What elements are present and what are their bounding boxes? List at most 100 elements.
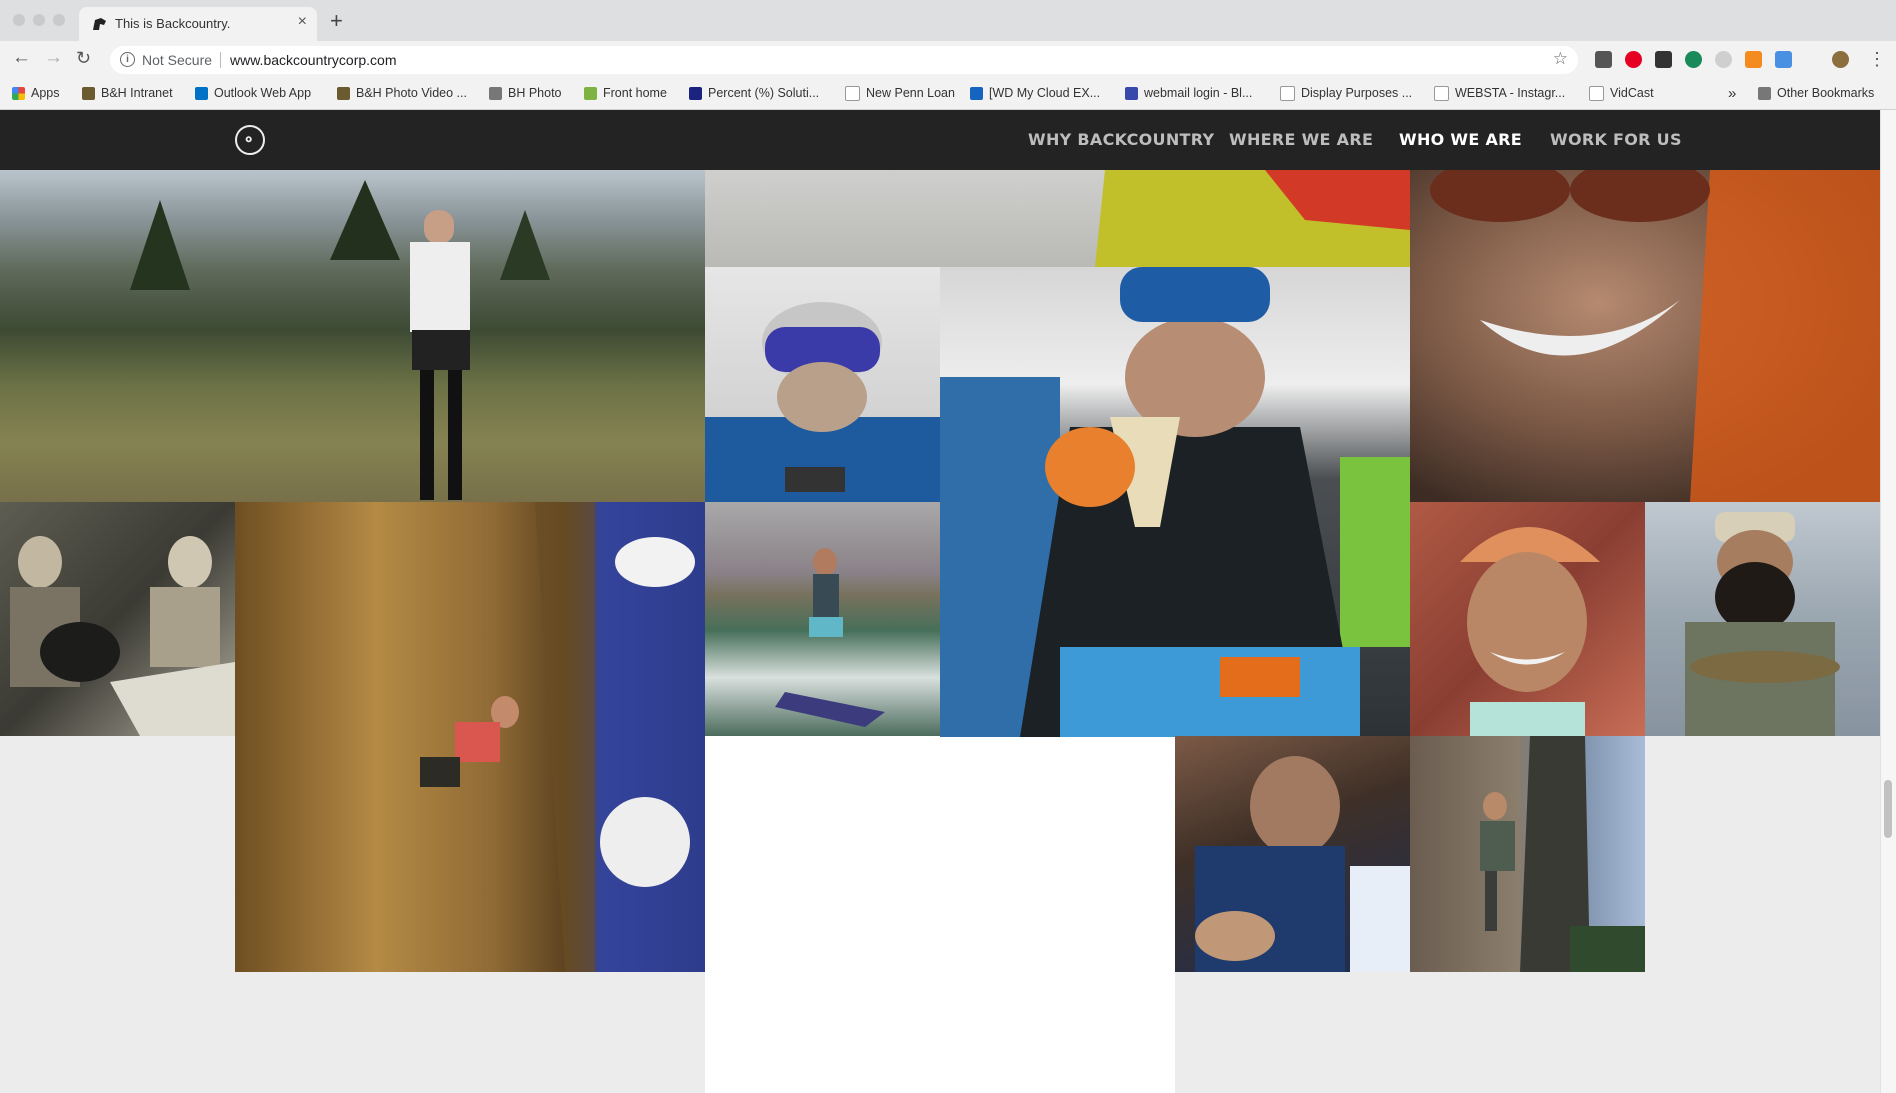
photo-muddy-smile[interactable] [1410,170,1880,502]
nav-work-for-us[interactable]: WORK FOR US [1550,130,1682,149]
page-icon [1434,85,1449,101]
bookmark-label: Display Purposes ... [1301,86,1413,100]
skier-drinking-icon [940,267,1410,737]
bookmark-label: Front home [603,86,667,100]
bookmark-label: Other Bookmarks [1777,86,1875,100]
goggles-face-icon [705,302,940,502]
backcountry-logo-icon[interactable]: ⚬ [235,125,265,155]
cyclist-icon [1195,756,1410,972]
bookmark-label: [WD My Cloud EX... [989,86,1101,100]
tab-close-icon[interactable]: × [298,13,307,31]
bookmark-item[interactable]: webmail login - Bl... [1125,83,1252,103]
bookmark-item[interactable]: B&H Photo Video ... [337,83,467,103]
bookmark-item[interactable]: Outlook Web App [195,83,311,103]
photo-rock-wall-climber[interactable] [1410,736,1645,972]
nav-where-we-are[interactable]: WHERE WE ARE [1229,130,1373,149]
window-minimize-button[interactable] [33,14,45,26]
wall-climber-icon [1480,736,1645,972]
page-scrollbar-thumb[interactable] [1884,780,1892,838]
window-zoom-button[interactable] [53,14,65,26]
bookmark-item[interactable]: [WD My Cloud EX... [970,83,1100,103]
calendar-extension-icon[interactable] [1595,51,1612,68]
bookmark-item[interactable]: BH Photo [489,83,562,103]
url-text[interactable]: www.backcountrycorp.com [230,52,397,68]
backcountry-favicon-icon [93,18,106,30]
photo-wakesurfer[interactable] [705,502,940,736]
people-with-dog-icon [10,536,235,736]
photo-skier-goggles[interactable] [705,267,940,502]
gear-icon [689,86,702,100]
bookmark-label: Apps [31,86,60,100]
new-tab-button[interactable]: + [330,8,343,34]
bookmark-item[interactable]: New Penn Loan [845,83,955,103]
nav-who-we-are[interactable]: WHO WE ARE [1399,130,1522,149]
photo-climbing-helmet[interactable] [1410,502,1645,736]
runner-figure-icon [130,180,550,500]
profile-avatar[interactable] [1832,51,1849,68]
folder-icon [489,86,502,100]
bookmark-label: BH Photo [508,86,562,100]
photo-fisherman[interactable] [1645,502,1880,736]
bookmark-label: WEBSTA - Instagr... [1455,86,1566,100]
reload-icon[interactable]: ↻ [76,48,91,69]
yellow-jacket-icon [1095,170,1410,267]
other-bookmarks[interactable]: Other Bookmarks [1758,83,1874,103]
address-bar[interactable]: i Not Secure www.backcountrycorp.com ☆ [110,46,1578,74]
bookmark-item[interactable]: VidCast [1589,83,1654,103]
bookmark-item[interactable]: WEBSTA - Instagr... [1434,83,1565,103]
photo-rock-climber[interactable] [235,502,705,972]
page-icon [845,85,860,101]
nav-why-backcountry[interactable]: WHY BACKCOUNTRY [1028,130,1214,149]
browser-menu-icon[interactable]: ⋮ [1868,49,1886,70]
surfer-figure-icon [775,548,885,727]
search-extension-icon[interactable] [1685,51,1702,68]
orange-extension-icon[interactable] [1745,51,1762,68]
bookmark-item[interactable]: Display Purposes ... [1280,83,1412,103]
pinterest-extension-icon[interactable] [1625,51,1642,68]
forward-arrow-icon[interactable]: → [44,47,63,69]
bookmark-label: Percent (%) Soluti... [708,86,820,100]
climber-cliff-icon [420,502,695,972]
bookmark-label: B&H Photo Video ... [356,86,467,100]
page-content: ⚬ WHY BACKCOUNTRY WHERE WE ARE WHO WE AR… [0,110,1880,1093]
bookmark-label: webmail login - Bl... [1144,86,1253,100]
muddy-face-icon [1430,170,1880,502]
bookmark-item[interactable]: B&H Intranet [82,83,173,103]
bookmark-star-icon[interactable]: ☆ [1553,49,1568,69]
bookmark-label: B&H Intranet [101,86,173,100]
page-icon [1589,85,1604,101]
bookmark-item[interactable]: Front home [584,83,667,103]
empty-grid-cell [705,736,1175,1093]
bh-icon [82,86,95,100]
window-close-button[interactable] [13,14,25,26]
bookmark-item[interactable]: Percent (%) Soluti... [689,83,819,103]
fisherman-icon [1685,512,1840,736]
sync-extension-icon[interactable] [1775,51,1792,68]
site-info-icon[interactable]: i [120,52,135,67]
wd-icon [970,86,983,100]
layers-extension-icon[interactable] [1655,51,1672,68]
bookmark-label: New Penn Loan [866,86,955,100]
bookmarks-bar: Apps B&H Intranet Outlook Web App B&H Ph… [0,79,1896,110]
grid-icon [1125,86,1138,100]
security-label: Not Secure [142,52,213,68]
cloud-extension-icon[interactable] [1715,51,1732,68]
browser-tab[interactable]: This is Backcountry. × [79,7,317,41]
back-arrow-icon[interactable]: ← [12,47,31,69]
photo-dog-and-friends[interactable] [0,502,235,736]
folder-icon [1758,86,1771,100]
bookmarks-overflow-button[interactable]: » [1728,83,1736,103]
tab-title: This is Backcountry. [115,16,231,31]
address-separator [220,52,221,68]
photo-snow-closeup[interactable] [705,170,1410,267]
photo-tired-cyclist[interactable] [1175,736,1410,972]
outlook-icon [195,86,208,100]
helmet-face-icon [1460,527,1600,736]
browser-tab-strip: This is Backcountry. × + [0,0,1896,41]
browser-toolbar: ← → ↻ i Not Secure www.backcountrycorp.c… [0,41,1896,79]
page-scrollbar-track[interactable] [1880,110,1896,1093]
bookmark-item[interactable]: Apps [12,83,60,103]
photo-ski-beer[interactable] [940,267,1410,737]
photo-trail-runner[interactable] [0,170,705,502]
site-navigation: ⚬ WHY BACKCOUNTRY WHERE WE ARE WHO WE AR… [0,110,1880,170]
